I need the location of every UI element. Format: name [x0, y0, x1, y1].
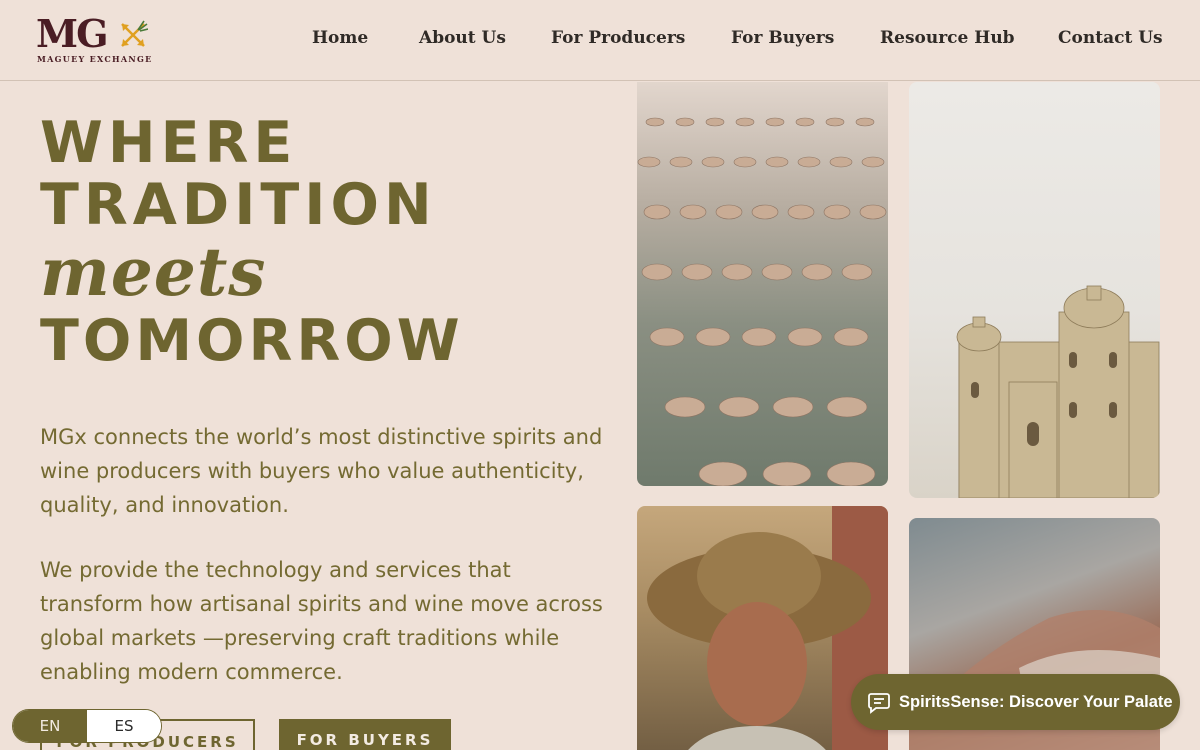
for-buyers-button[interactable]: FOR BUYERS	[279, 719, 451, 750]
hero-paragraph-intro: MGx connects the world’s most distinctiv…	[40, 425, 603, 517]
chat-label: SpiritsSense: Discover Your Palate	[899, 693, 1173, 711]
nav-contact-us[interactable]: Contact Us	[1058, 26, 1163, 50]
nav-for-buyers[interactable]: For Buyers	[731, 26, 834, 50]
main-nav: Home About Us For Producers For Buyers R…	[0, 26, 1200, 50]
lang-es-option[interactable]: ES	[87, 710, 161, 742]
hero-title: WHERE TRADITION meets TOMORROW	[40, 112, 464, 372]
hero-title-tomorrow: TOMORROW	[40, 308, 464, 374]
farmer-illustration	[647, 506, 888, 750]
hero-title-tradition: TRADITION	[40, 172, 437, 238]
chat-bubble-icon	[868, 693, 890, 714]
nav-home[interactable]: Home	[312, 26, 368, 50]
nav-about-us[interactable]: About Us	[419, 26, 506, 50]
photo-church	[909, 82, 1160, 498]
hero-title-where: WHERE	[40, 110, 298, 176]
spiritssense-chat-button[interactable]: SpiritsSense: Discover Your Palate	[851, 674, 1180, 730]
logo-subtitle: MAGUEY EXCHANGE	[37, 54, 153, 64]
lang-en-option[interactable]: EN	[13, 710, 87, 742]
photo-farmer	[637, 506, 888, 750]
hero-title-meets: meets	[40, 233, 267, 311]
bottles-illustration	[637, 117, 887, 486]
photo-bottles	[637, 82, 888, 486]
nav-for-producers[interactable]: For Producers	[551, 26, 685, 50]
hero-paragraph-services: We provide the technology and services t…	[40, 558, 603, 684]
language-toggle: EN ES	[12, 709, 162, 743]
site-header: MG MAGUEY EXCHANGE Home About Us For Pro…	[0, 0, 1200, 81]
nav-resource-hub[interactable]: Resource Hub	[880, 26, 1015, 50]
church-illustration	[956, 285, 1160, 498]
